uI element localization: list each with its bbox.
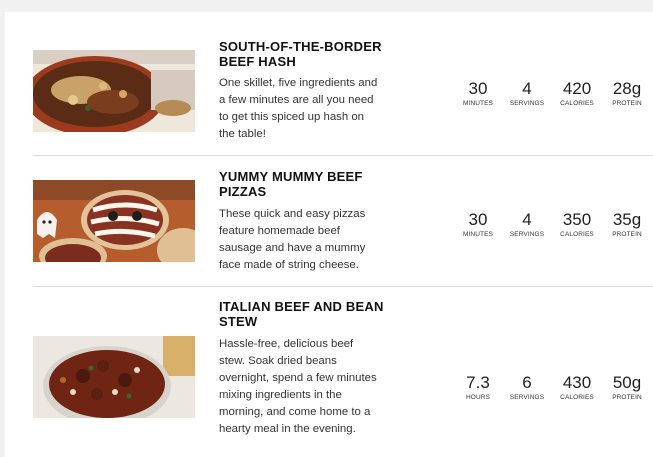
recipe-description: Hassle-free, delicious beef stew. Soak d… bbox=[219, 338, 377, 435]
recipe-row[interactable]: YUMMY MUMMY BEEF PIZZAS These quick and … bbox=[33, 156, 653, 287]
stat-value: 35g bbox=[612, 210, 642, 229]
stat-value: 28g bbox=[612, 79, 642, 98]
stat-label: PROTEIN bbox=[612, 100, 642, 107]
recipe-description: These quick and easy pizzas feature home… bbox=[219, 208, 366, 271]
stat-label: PROTEIN bbox=[612, 231, 642, 238]
recipe-image-mummy-pizzas[interactable] bbox=[33, 180, 195, 262]
recipe-row[interactable]: SOUTH-OF-THE-BORDER BEEF HASH One skille… bbox=[33, 12, 653, 156]
recipe-image-beef-bean-stew[interactable] bbox=[33, 336, 195, 418]
stat-value: 50g bbox=[612, 373, 642, 392]
recipe-title[interactable]: ITALIAN BEEF AND BEAN STEW bbox=[219, 299, 399, 329]
recipe-title[interactable]: SOUTH-OF-THE-BORDER BEEF HASH bbox=[219, 39, 399, 69]
recipe-description: One skillet, five ingredients and a few … bbox=[219, 77, 378, 140]
stat-label: PROTEIN bbox=[612, 394, 642, 401]
recipe-row[interactable]: ITALIAN BEEF AND BEAN STEW Hassle-free, … bbox=[33, 287, 653, 457]
stat-protein: 50g PROTEIN bbox=[598, 373, 653, 402]
stat-protein: 35g PROTEIN bbox=[598, 210, 653, 239]
stat-protein: 28g PROTEIN bbox=[598, 79, 653, 108]
recipe-list: SOUTH-OF-THE-BORDER BEEF HASH One skille… bbox=[5, 12, 653, 457]
recipe-image-beef-hash[interactable] bbox=[33, 50, 195, 132]
recipe-title[interactable]: YUMMY MUMMY BEEF PIZZAS bbox=[219, 169, 399, 199]
